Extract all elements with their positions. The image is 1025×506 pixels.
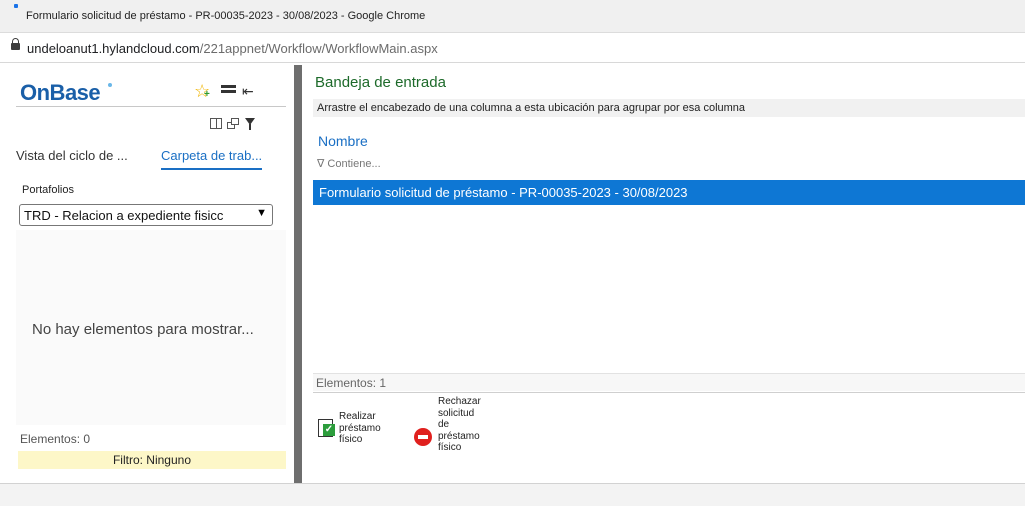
reject-loan-label: Rechazar solicitud de préstamo físico: [438, 396, 481, 453]
plus-icon: +: [204, 89, 210, 100]
onbase-logo: OnBase: [20, 80, 101, 105]
header-divider: [16, 106, 286, 107]
chrome-icon: [14, 4, 18, 8]
portfolio-select[interactable]: TRD - Relacion a expediente fisicc ▼: [19, 204, 273, 226]
filter-funnel-icon: ∇: [317, 158, 328, 170]
empty-message: No hay elementos para mostrar...: [32, 321, 254, 338]
checkmark-icon: ✓: [323, 424, 335, 436]
browser-titlebar: Formulario solicitud de préstamo - PR-00…: [0, 0, 1025, 33]
inbox-title: Bandeja de entrada: [315, 74, 446, 91]
tab-lifecycle-view[interactable]: Vista del ciclo de ...: [16, 148, 128, 163]
table-row[interactable]: Formulario solicitud de préstamo - PR-00…: [313, 180, 1025, 205]
tab-work-folder[interactable]: Carpeta de trab...: [161, 148, 263, 170]
filter-placeholder: Contiene...: [327, 158, 381, 170]
window-title: Formulario solicitud de préstamo - PR-00…: [26, 10, 426, 22]
reject-icon: [414, 428, 432, 446]
logo-dot-icon: [108, 83, 112, 87]
left-panel: OnBase ☆ + ⇤ Vista del ciclo de ... Carp…: [8, 70, 290, 480]
layout-icon[interactable]: [221, 85, 236, 97]
lock-icon: [11, 38, 20, 50]
pin-panel-icon[interactable]: ⇤: [242, 84, 254, 98]
group-by-area[interactable]: Arrastre el encabezado de una columna a …: [313, 99, 1025, 117]
portfolio-selected-value: TRD - Relacion a expediente fisicc: [24, 208, 224, 223]
right-item-count: Elementos: 1: [313, 373, 1025, 391]
column-filter[interactable]: ∇ Contiene...: [317, 157, 381, 170]
portfolios-label: Portafolios: [22, 184, 74, 196]
action-toolbar: ✓ Realizar préstamo físico Rechazar soli…: [313, 392, 1025, 483]
filter-icon[interactable]: [245, 118, 255, 130]
chevron-down-icon: ▼: [256, 207, 267, 219]
address-bar[interactable]: undeloanut1.hylandcloud.com/221appnet/Wo…: [0, 33, 1025, 63]
url-host: undeloanut1.hylandcloud.com: [27, 41, 200, 56]
panel-splitter[interactable]: [294, 65, 302, 483]
left-item-count: Elementos: 0: [20, 432, 91, 446]
approve-loan-label: Realizar préstamo físico: [339, 411, 381, 445]
status-strip: [0, 483, 1025, 506]
column-header-name[interactable]: Nombre: [318, 133, 368, 149]
url-path: /221appnet/Workflow/WorkflowMain.aspx: [199, 41, 438, 56]
new-window-icon[interactable]: [227, 118, 239, 129]
columns-icon[interactable]: [210, 118, 222, 129]
url-text[interactable]: undeloanut1.hylandcloud.com/221appnet/Wo…: [27, 41, 438, 56]
inbox-panel: Bandeja de entrada Arrastre el encabezad…: [305, 66, 1025, 482]
filter-status: Filtro: Ninguno: [18, 451, 286, 469]
